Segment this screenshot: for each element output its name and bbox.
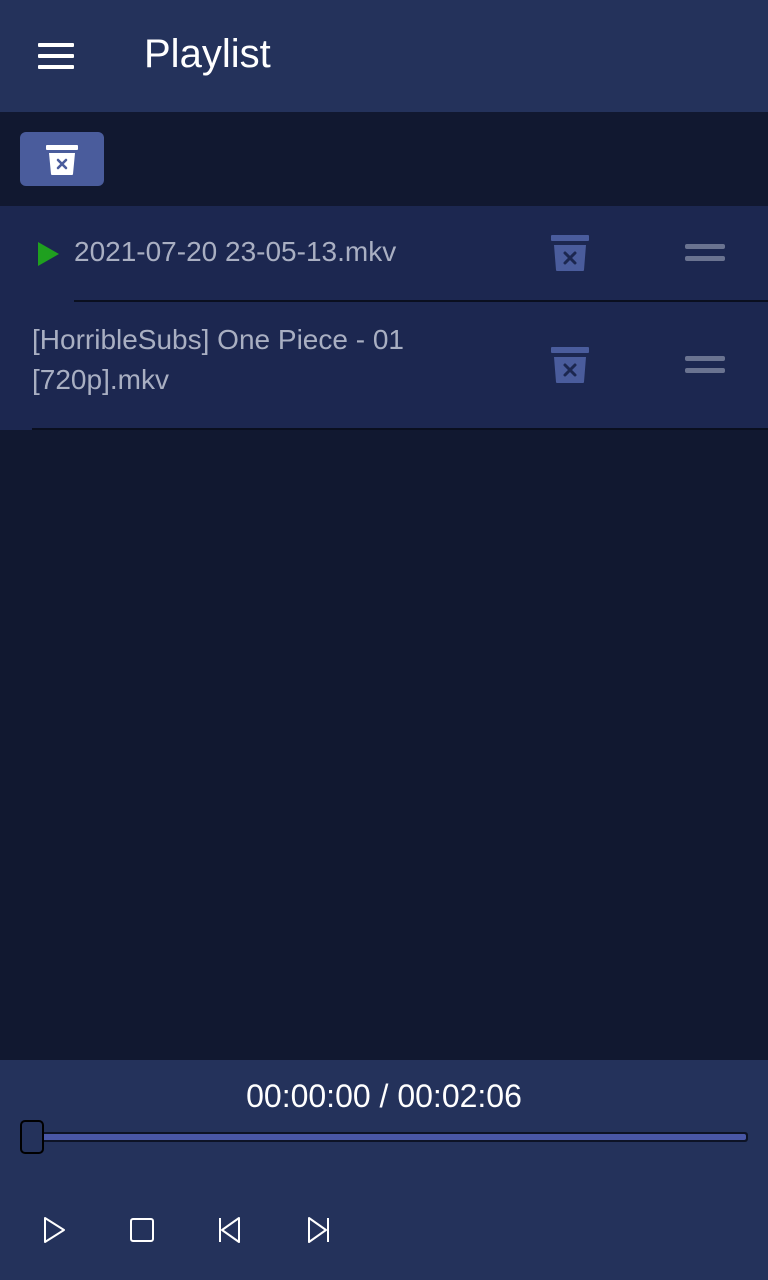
skip-previous-icon xyxy=(219,1217,240,1243)
player-controls: 00:00:00 / 00:02:06 xyxy=(0,1060,768,1280)
seek-track-fill xyxy=(22,1134,746,1140)
app-header: Playlist xyxy=(0,0,768,112)
delete-item-button[interactable] xyxy=(540,226,600,282)
playlist: 2021-07-20 23-05-13.mkv [HorribleSubs] O… xyxy=(0,206,768,430)
stop-button[interactable] xyxy=(120,1208,164,1252)
app: Playlist 2021-07-20 23-05-13.mkv [Horrib… xyxy=(0,0,768,1280)
row-divider xyxy=(32,428,768,430)
next-button[interactable] xyxy=(296,1208,340,1252)
page-title: Playlist xyxy=(144,32,271,76)
previous-button[interactable] xyxy=(208,1208,252,1252)
clear-playlist-button[interactable] xyxy=(20,132,104,186)
seek-handle[interactable] xyxy=(20,1120,44,1154)
play-button[interactable] xyxy=(32,1208,76,1252)
trash-icon xyxy=(46,145,78,175)
seek-slider[interactable] xyxy=(20,1120,748,1154)
trash-icon xyxy=(551,235,589,271)
skip-next-icon xyxy=(308,1217,329,1243)
hamburger-menu-icon[interactable] xyxy=(26,34,86,78)
delete-item-button[interactable] xyxy=(540,338,600,394)
stop-icon xyxy=(130,1218,154,1242)
play-icon xyxy=(38,242,59,266)
playlist-item[interactable]: 2021-07-20 23-05-13.mkv xyxy=(0,206,768,302)
playlist-item-name: 2021-07-20 23-05-13.mkv xyxy=(74,236,397,267)
playlist-item-name: [HorribleSubs] One Piece - 01 [720p].mkv xyxy=(32,324,404,395)
drag-handle-icon[interactable] xyxy=(675,346,735,386)
trash-icon xyxy=(551,347,589,383)
drag-handle-icon[interactable] xyxy=(675,234,735,274)
playlist-item[interactable]: [HorribleSubs] One Piece - 01 [720p].mkv xyxy=(0,302,768,430)
play-icon xyxy=(44,1217,65,1243)
playlist-toolbar xyxy=(0,112,768,206)
time-display: 00:00:00 / 00:02:06 xyxy=(246,1078,522,1114)
